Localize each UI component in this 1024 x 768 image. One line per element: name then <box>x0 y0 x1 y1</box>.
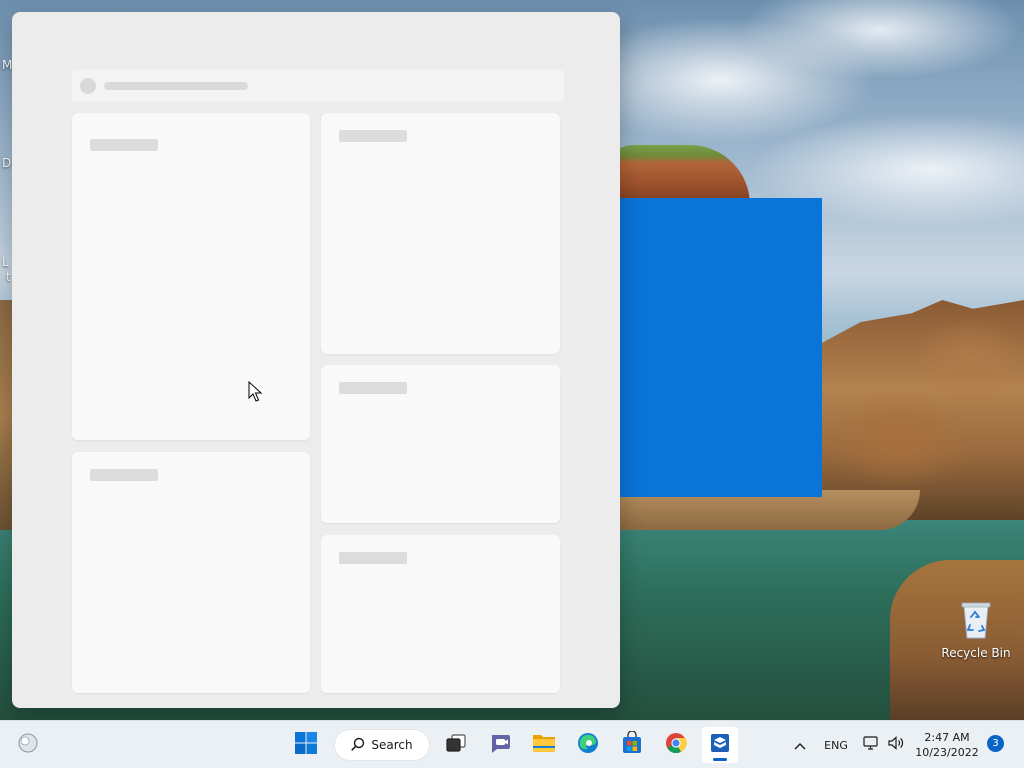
store-icon <box>620 730 644 759</box>
widget-card-placeholder <box>72 452 310 693</box>
search-button[interactable]: Search <box>334 729 430 761</box>
search-placeholder-icon <box>80 78 96 94</box>
mouse-pointer-icon <box>248 381 262 402</box>
widget-card-placeholder <box>321 365 560 523</box>
desktop-icon-label-partial[interactable]: D <box>2 156 11 170</box>
volume-button[interactable] <box>884 727 908 763</box>
recycle-bin-shortcut[interactable]: Recycle Bin <box>938 596 1014 666</box>
start-button[interactable] <box>288 727 324 763</box>
chrome-icon <box>664 731 688 759</box>
file-explorer-button[interactable] <box>526 727 562 763</box>
windows-start-icon <box>294 731 318 759</box>
active-app-indicator <box>713 758 727 761</box>
show-hidden-icons-button[interactable] <box>786 727 814 763</box>
widget-card-title-placeholder <box>90 469 158 481</box>
taskbar: Search ENG 2:47 AM 10/23/2022 <box>0 720 1024 768</box>
microsoft-store-button[interactable] <box>614 727 650 763</box>
widget-card-title-placeholder <box>339 130 407 142</box>
volume-icon <box>887 735 905 755</box>
blue-window-square <box>608 198 822 497</box>
wallpaper-rocks <box>820 300 1024 520</box>
widget-card-title-placeholder <box>339 382 407 394</box>
folder-icon <box>531 731 557 759</box>
task-view-icon <box>445 732 467 758</box>
network-icon <box>862 735 880 755</box>
search-placeholder-text <box>104 82 248 90</box>
widget-card-title-placeholder <box>90 139 158 151</box>
clock-date: 10/23/2022 <box>915 746 979 759</box>
chat-button[interactable] <box>482 727 518 763</box>
edge-icon <box>576 731 600 759</box>
recycle-bin-label: Recycle Bin <box>941 646 1011 660</box>
wallpaper-cliff <box>600 145 750 205</box>
input-language-indicator[interactable]: ENG <box>818 727 854 763</box>
widget-card-title-placeholder <box>339 552 407 564</box>
sandbox-icon <box>708 731 732 759</box>
clock-time: 2:47 AM <box>924 731 970 744</box>
widget-card-placeholder <box>72 113 310 440</box>
notification-count-badge[interactable]: 3 <box>987 735 1004 752</box>
search-icon <box>351 736 365 755</box>
desktop-icon-label-partial[interactable]: L <box>2 255 9 269</box>
widgets-button[interactable] <box>10 727 46 763</box>
desktop-icon-label-partial[interactable]: M <box>2 58 12 72</box>
widget-card-placeholder <box>321 535 560 693</box>
task-view-button[interactable] <box>438 727 474 763</box>
widget-card-placeholder <box>321 113 560 354</box>
widgets-search-placeholder <box>72 70 564 102</box>
teams-chat-icon <box>488 731 512 759</box>
chrome-browser-button[interactable] <box>658 727 694 763</box>
network-status-button[interactable] <box>860 727 882 763</box>
clock-date-button[interactable]: 2:47 AM 10/23/2022 <box>912 727 982 763</box>
widgets-panel <box>12 12 620 708</box>
weather-widgets-icon <box>16 731 40 759</box>
desktop-icon-label-partial[interactable]: t <box>6 270 11 284</box>
edge-browser-button[interactable] <box>570 727 606 763</box>
chevron-up-icon <box>793 736 807 755</box>
search-button-label: Search <box>371 738 413 752</box>
recycle-bin-icon <box>959 600 993 640</box>
